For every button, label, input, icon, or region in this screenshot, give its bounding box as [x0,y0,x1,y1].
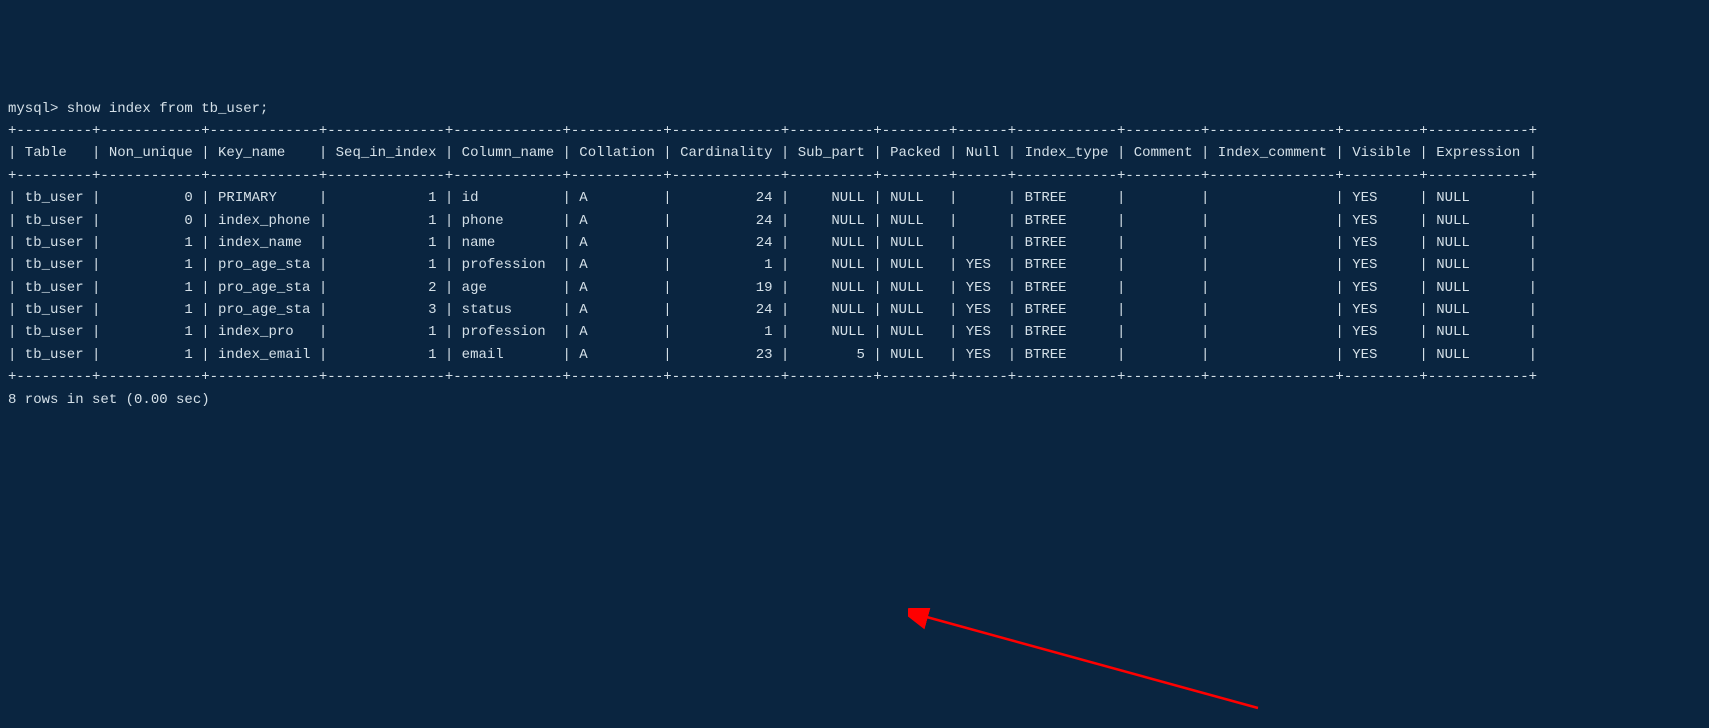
terminal-output: mysql> show index from tb_user; +-------… [8,98,1701,411]
annotation-arrow-icon [908,608,1308,728]
